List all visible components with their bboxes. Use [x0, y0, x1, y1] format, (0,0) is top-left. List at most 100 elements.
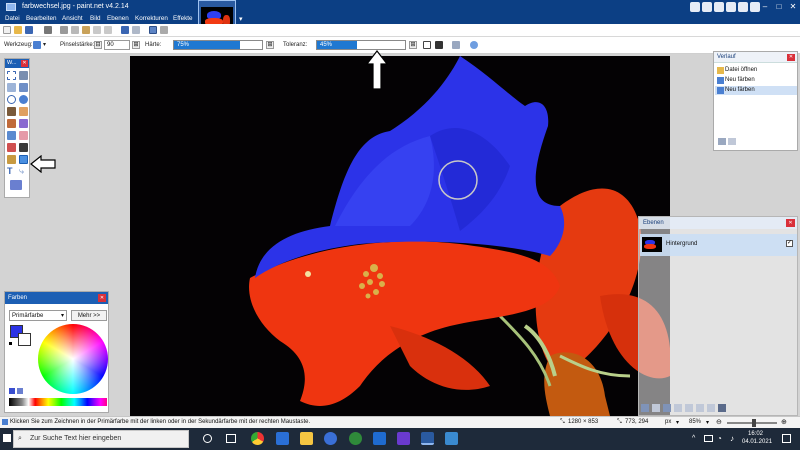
- layers-close-button[interactable]: ✕: [786, 219, 795, 227]
- menu-korrekturen[interactable]: Korrekturen: [135, 15, 168, 22]
- image-canvas[interactable]: [130, 56, 670, 416]
- app-icon-photos[interactable]: [445, 432, 458, 445]
- lasso-select-icon[interactable]: [7, 83, 16, 92]
- antialiasing-icon[interactable]: [452, 41, 460, 49]
- redo-icon[interactable]: [132, 26, 140, 34]
- palette-menu-icon[interactable]: [17, 388, 23, 394]
- eraser-icon[interactable]: [19, 131, 28, 140]
- new-file-icon[interactable]: [3, 26, 11, 34]
- hardness-slider[interactable]: 75%: [173, 40, 263, 50]
- tools-toggle-icon[interactable]: [690, 2, 700, 12]
- unit-select[interactable]: px: [665, 419, 671, 425]
- secondary-color-swatch[interactable]: [18, 333, 31, 346]
- pan-icon[interactable]: [19, 107, 28, 116]
- dropdown-icon[interactable]: ▾: [43, 41, 46, 48]
- taskbar-search-input[interactable]: ⌕ Zur Suche Text hier eingeben: [13, 430, 189, 448]
- teams-icon[interactable]: [397, 432, 410, 445]
- copy-icon[interactable]: [71, 26, 79, 34]
- tray-chevron-icon[interactable]: ^: [692, 435, 695, 442]
- save-icon[interactable]: [25, 26, 33, 34]
- unit-dropdown-icon[interactable]: ▾: [676, 419, 679, 426]
- ellipse-select-icon[interactable]: [7, 95, 16, 104]
- zoom-slider[interactable]: [727, 419, 777, 427]
- history-undo-icon[interactable]: [718, 138, 726, 145]
- crop-icon[interactable]: [93, 26, 101, 34]
- open-file-icon[interactable]: [14, 26, 22, 34]
- task-view-icon[interactable]: [226, 434, 236, 443]
- layer-properties-icon[interactable]: [707, 404, 715, 412]
- wrench-icon[interactable]: [718, 404, 726, 412]
- zoom-value[interactable]: 85%: [689, 419, 701, 425]
- ruler-icon[interactable]: [160, 26, 168, 34]
- zoom-icon[interactable]: [19, 95, 28, 104]
- undo-icon[interactable]: [121, 26, 129, 34]
- tolerance-slider[interactable]: 45%: [316, 40, 406, 50]
- outlook-icon[interactable]: [373, 432, 386, 445]
- history-item[interactable]: Datei öffnen: [715, 66, 797, 75]
- tab-dropdown-icon[interactable]: ▾: [239, 15, 243, 23]
- history-toggle-icon[interactable]: [702, 2, 712, 12]
- hardness-increase-button[interactable]: ⊞: [266, 41, 274, 49]
- tolerance-increase-button[interactable]: ⊞: [409, 41, 417, 49]
- gradient-icon[interactable]: [19, 119, 28, 128]
- paint-bucket-icon[interactable]: [7, 119, 16, 128]
- duplicate-layer-icon[interactable]: [663, 404, 671, 412]
- clock-time[interactable]: 16:02: [748, 431, 763, 437]
- cortana-icon[interactable]: [203, 434, 212, 443]
- add-palette-icon[interactable]: [9, 388, 15, 394]
- app-icon-green[interactable]: [349, 432, 362, 445]
- alpha-blending-icon[interactable]: [470, 41, 478, 49]
- zoom-slider-thumb[interactable]: [752, 419, 756, 427]
- brush-size-increase-button[interactable]: ⊞: [132, 41, 140, 49]
- history-redo-icon[interactable]: [728, 138, 736, 145]
- delete-layer-icon[interactable]: [652, 404, 660, 412]
- sampling-mode-icon[interactable]: [423, 41, 431, 49]
- color-wheel[interactable]: [38, 324, 108, 394]
- brush-size-field[interactable]: 90: [104, 40, 130, 50]
- zoom-out-icon[interactable]: ⊖: [716, 418, 722, 426]
- add-layer-icon[interactable]: [641, 404, 649, 412]
- pencil-icon[interactable]: [7, 143, 16, 152]
- menu-bild[interactable]: Bild: [90, 15, 101, 22]
- settings-icon[interactable]: [738, 2, 748, 12]
- network-icon[interactable]: ◔: [717, 434, 722, 443]
- windows-start-icon[interactable]: [3, 434, 11, 442]
- colors-toggle-icon[interactable]: [726, 2, 736, 12]
- print-icon[interactable]: [44, 26, 52, 34]
- cut-icon[interactable]: [60, 26, 68, 34]
- magic-wand-icon[interactable]: [7, 107, 16, 116]
- shapes-icon[interactable]: [10, 180, 22, 190]
- file-explorer-icon[interactable]: [300, 432, 313, 445]
- menu-effekte[interactable]: Effekte: [173, 15, 193, 22]
- edge-icon[interactable]: [276, 432, 289, 445]
- color-picker-icon[interactable]: [19, 143, 28, 152]
- zoom-in-icon[interactable]: ⊕: [781, 418, 787, 426]
- merge-layer-icon[interactable]: [674, 404, 682, 412]
- color-mode-select[interactable]: Primärfarbe ▾: [9, 310, 67, 321]
- paintnet-taskbar-icon[interactable]: [421, 432, 434, 445]
- recolor-tool-icon[interactable]: [33, 41, 41, 49]
- text-tool-icon[interactable]: T: [7, 167, 16, 176]
- move-layer-up-icon[interactable]: [685, 404, 693, 412]
- clock-date[interactable]: 04.01.2021: [742, 439, 772, 445]
- clone-stamp-icon[interactable]: [7, 155, 16, 164]
- paintbrush-icon[interactable]: [7, 131, 16, 140]
- layer-visibility-checkbox[interactable]: ✓: [786, 240, 793, 247]
- tools-close-button[interactable]: ✕: [21, 60, 28, 67]
- layer-row[interactable]: Hintergrund ✓: [640, 234, 797, 256]
- menu-ansicht[interactable]: Ansicht: [62, 15, 83, 22]
- blend-mode-icon[interactable]: [435, 41, 443, 49]
- history-close-button[interactable]: ✕: [787, 54, 795, 61]
- notifications-icon[interactable]: [782, 434, 791, 443]
- grid-icon[interactable]: [149, 26, 157, 34]
- menu-datei[interactable]: Datei: [5, 15, 20, 22]
- app-icon-blue[interactable]: [324, 432, 337, 445]
- colors-close-button[interactable]: ✕: [98, 294, 106, 302]
- color-palette[interactable]: [9, 398, 107, 406]
- menu-bearbeiten[interactable]: Bearbeiten: [26, 15, 56, 22]
- zoom-dropdown-icon[interactable]: ▾: [706, 419, 709, 426]
- rectangle-select-icon[interactable]: [7, 71, 16, 80]
- layers-toggle-icon[interactable]: [714, 2, 724, 12]
- volume-icon[interactable]: ♪: [730, 434, 734, 443]
- chrome-icon[interactable]: [251, 432, 264, 445]
